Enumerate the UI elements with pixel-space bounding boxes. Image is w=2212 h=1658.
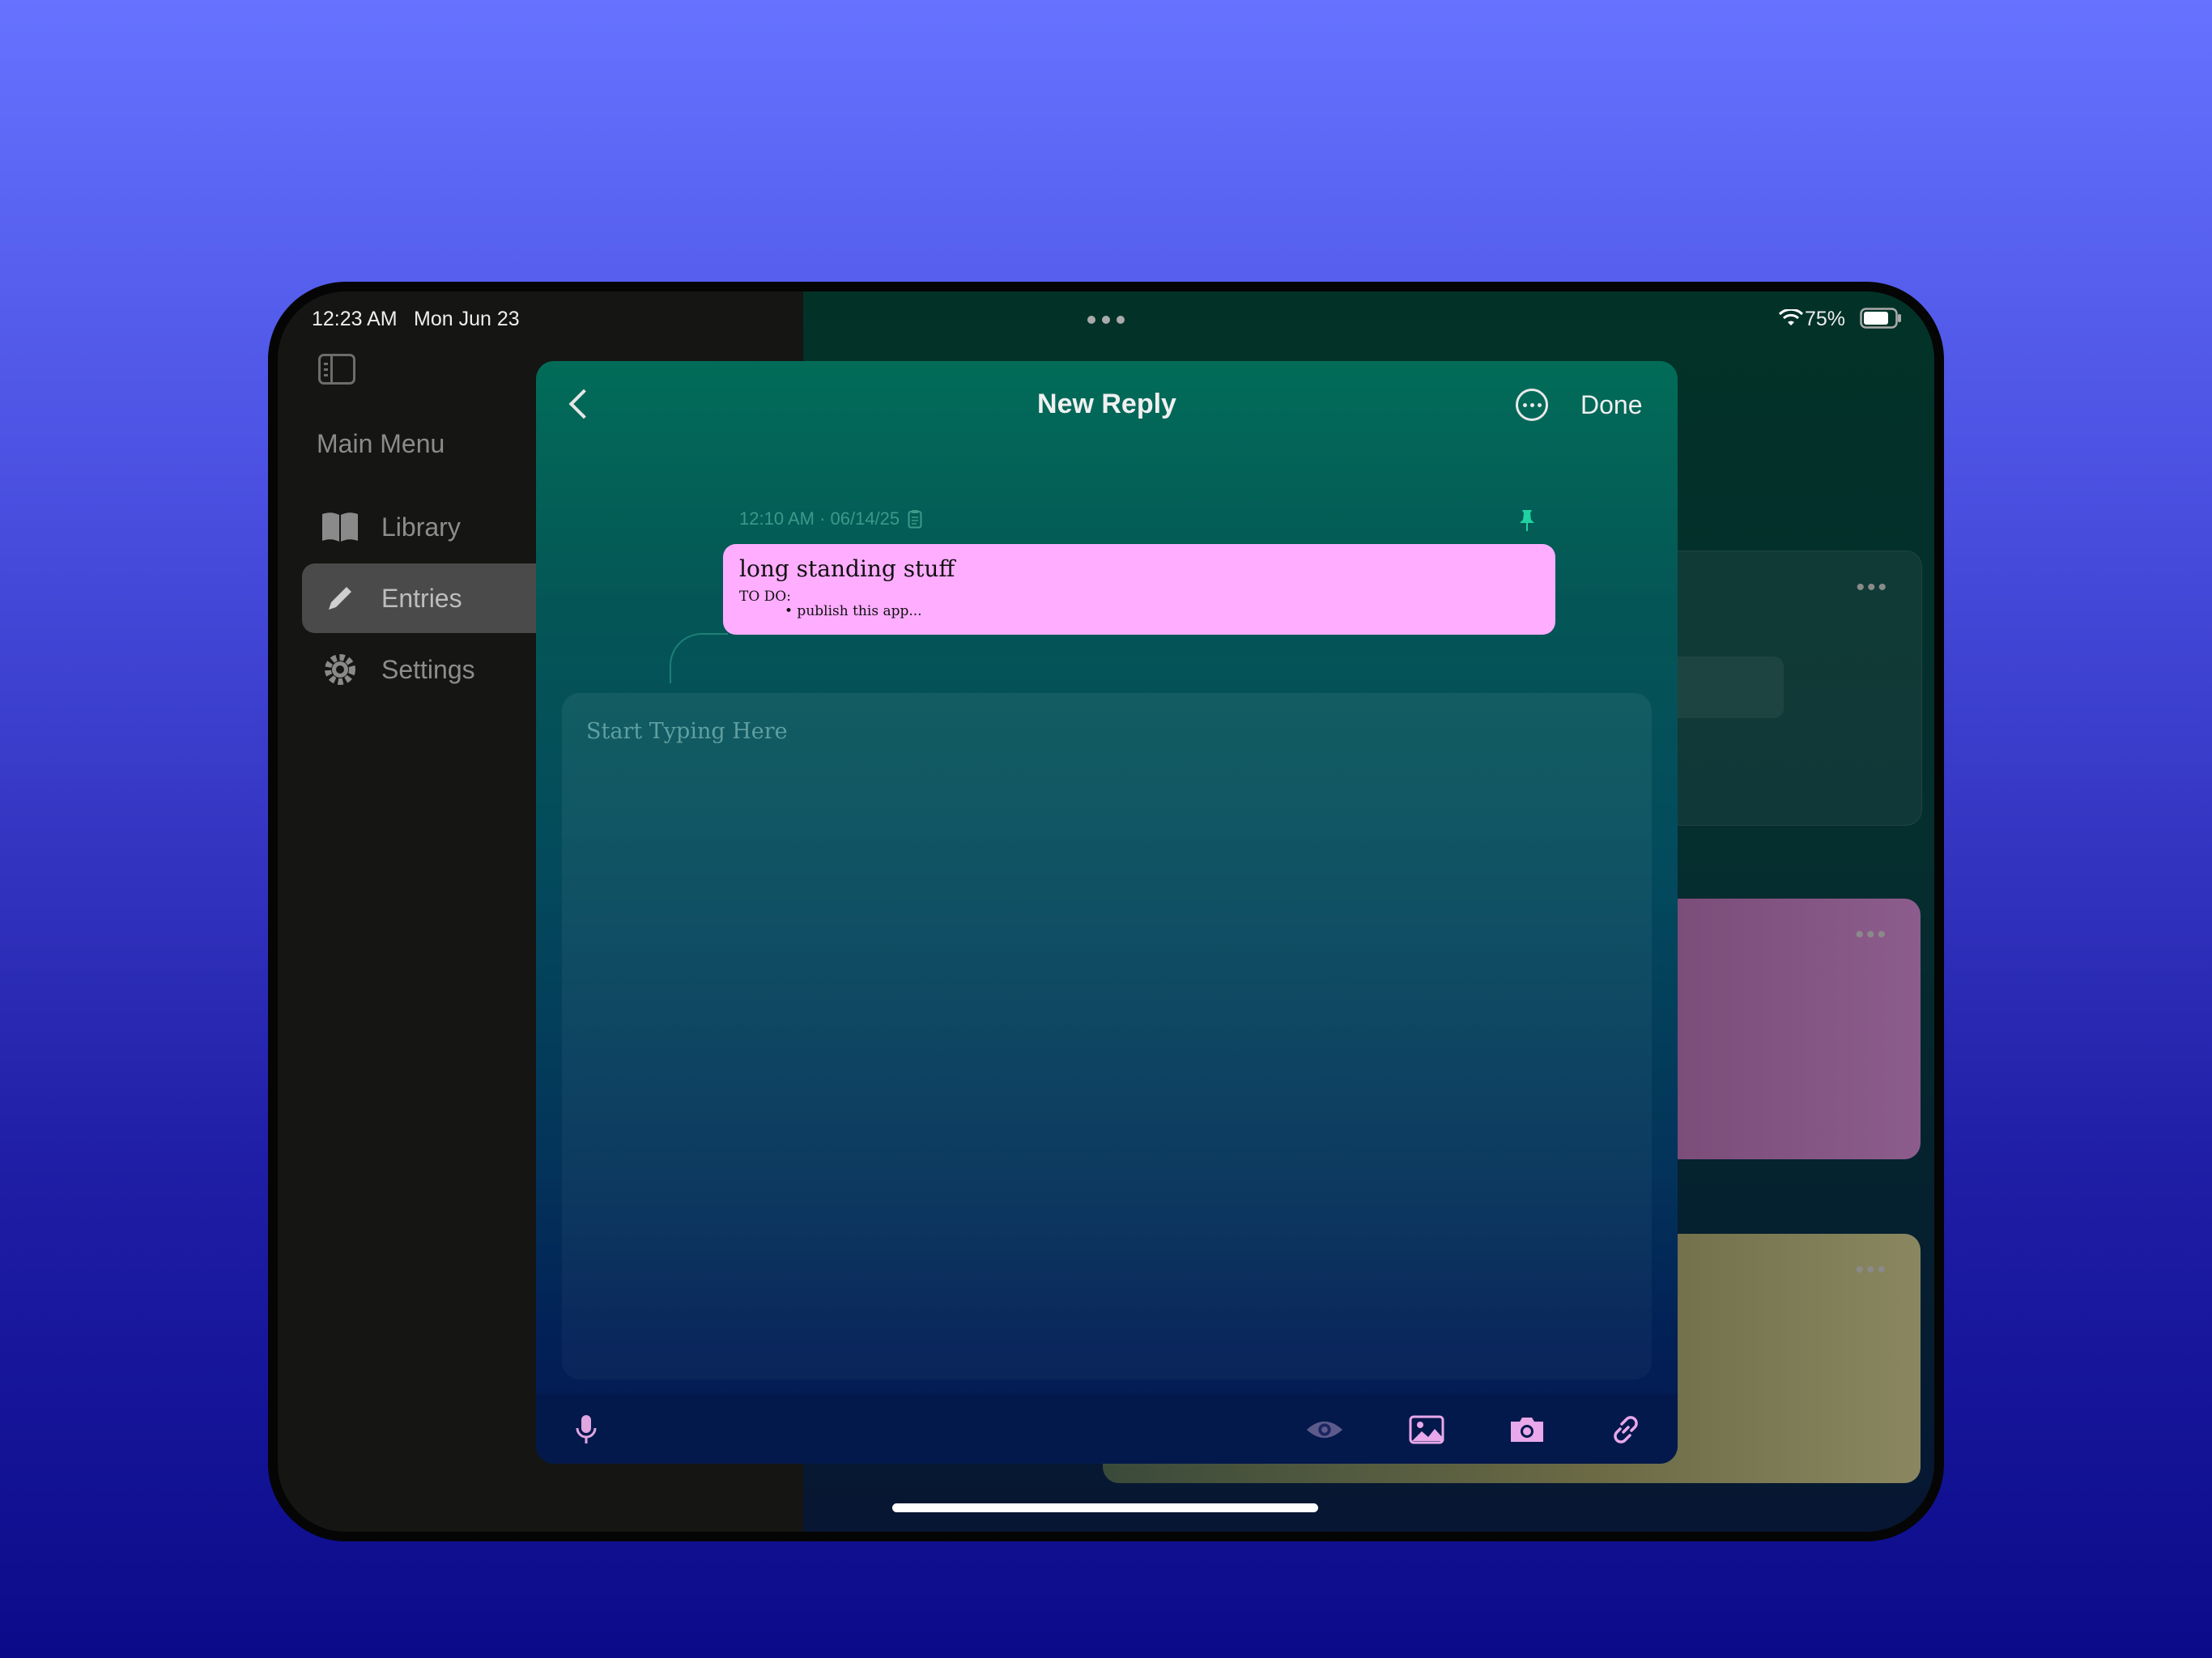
more-options-button[interactable] [1516,389,1548,421]
editor-toolbar [536,1394,1678,1464]
eye-icon[interactable] [1305,1410,1344,1449]
entry-card[interactable]: ••• [1661,551,1922,826]
gear-icon [318,648,362,691]
entry-subtitle: TO DO: [739,589,791,605]
sidebar-heading: Main Menu [317,429,445,458]
clipboard-icon [908,510,922,529]
parent-entry-card[interactable]: long standing stuff TO DO: • publish thi… [723,544,1555,635]
camera-icon[interactable] [1508,1410,1546,1449]
image-icon[interactable] [1407,1410,1446,1449]
sidebar-item-label: Settings [381,654,475,684]
wifi-icon [1779,309,1803,325]
entry-title: long standing stuff [739,555,955,582]
multitasking-dots-icon[interactable] [1087,316,1125,324]
sidebar-toggle-icon[interactable] [318,354,355,385]
card-preview [1662,657,1784,718]
status-time: 12:23 AM [312,308,398,330]
pin-icon[interactable] [1517,508,1537,533]
entry-bullet: • publish this app... [785,603,922,619]
more-icon[interactable]: ••• [1856,576,1889,600]
status-date: Mon Jun 23 [414,308,520,330]
ipad-frame: Main Menu Library Entries Settings ••• •… [268,282,1944,1541]
book-icon [318,505,362,549]
battery-icon [1860,308,1901,329]
more-icon[interactable]: ••• [1855,1258,1888,1282]
reply-connector [670,633,728,683]
sidebar-item-label: Entries [381,583,462,613]
screen: Main Menu Library Entries Settings ••• •… [278,291,1934,1532]
sheet-title: New Reply [1037,389,1176,419]
battery-percent: 75% [1804,308,1845,330]
entry-card[interactable]: ••• [1661,899,1921,1159]
status-bar: 12:23 AM Mon Jun 23 75% [278,291,1934,342]
new-reply-sheet: New Reply Done 12:10 AM · 06/14/25 long … [536,361,1678,1464]
microphone-icon[interactable] [567,1410,606,1449]
entry-timestamp: 12:10 AM · 06/14/25 [739,508,900,529]
home-indicator[interactable] [892,1503,1318,1512]
link-icon[interactable] [1606,1410,1645,1449]
editor-placeholder: Start Typing Here [586,719,788,744]
entry-meta: 12:10 AM · 06/14/25 [739,508,922,529]
more-icon[interactable]: ••• [1855,923,1888,947]
reply-text-editor[interactable]: Start Typing Here [562,693,1652,1380]
done-button[interactable]: Done [1580,390,1643,420]
sidebar-item-label: Library [381,512,461,542]
pencil-icon [318,576,362,620]
